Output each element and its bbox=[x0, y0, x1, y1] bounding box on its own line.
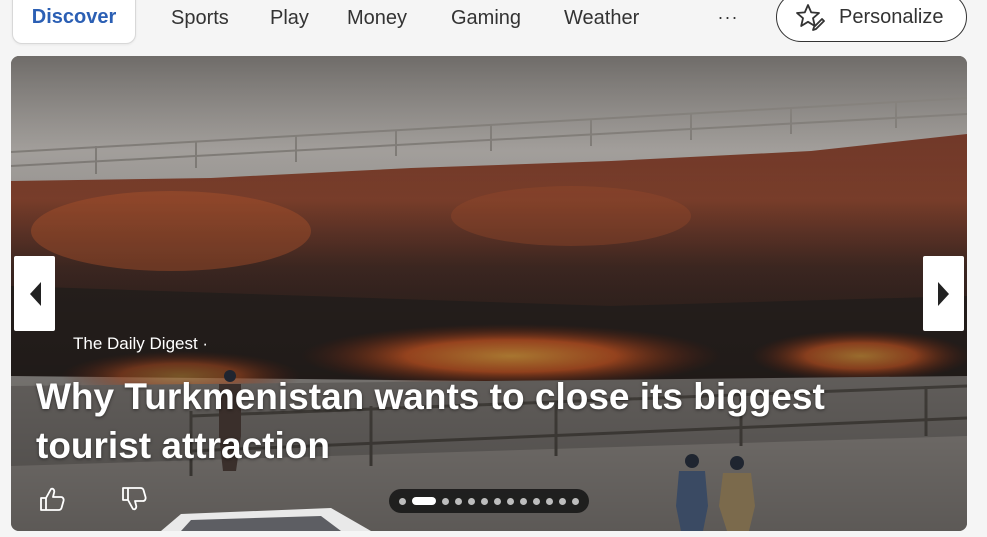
tab-label: Weather bbox=[564, 7, 640, 29]
previous-slide-button[interactable] bbox=[14, 256, 55, 331]
star-pen-icon bbox=[796, 4, 825, 31]
top-navigation: Discover Sports Play Money Gaming Weathe… bbox=[0, 0, 987, 48]
carousel-indicator[interactable] bbox=[389, 489, 589, 513]
carousel-dot[interactable] bbox=[533, 497, 540, 505]
carousel-dot[interactable] bbox=[559, 497, 566, 505]
thumbs-up-icon bbox=[40, 487, 65, 511]
tab-discover[interactable]: Discover bbox=[12, 0, 136, 44]
personalize-label: Personalize bbox=[839, 5, 944, 28]
carousel-dot[interactable] bbox=[455, 497, 462, 505]
like-button[interactable] bbox=[37, 484, 67, 514]
article-headline[interactable]: Why Turkmenistan wants to close its bigg… bbox=[36, 372, 936, 470]
tab-label: Gaming bbox=[451, 7, 522, 29]
personalize-button[interactable]: Personalize bbox=[776, 0, 967, 42]
carousel-dot[interactable] bbox=[507, 497, 514, 505]
carousel-dot[interactable] bbox=[572, 497, 579, 505]
tab-label: Play bbox=[270, 7, 309, 29]
carousel-dot-active[interactable] bbox=[412, 497, 436, 505]
dislike-button[interactable] bbox=[119, 484, 149, 514]
tab-gaming[interactable]: Gaming bbox=[451, 0, 521, 36]
carousel-dot[interactable] bbox=[399, 497, 406, 505]
tab-label: Money bbox=[347, 7, 408, 29]
carousel-dot[interactable] bbox=[520, 497, 527, 505]
tab-play[interactable]: Play bbox=[270, 0, 309, 36]
tab-weather[interactable]: Weather bbox=[564, 0, 639, 36]
next-slide-button[interactable] bbox=[923, 256, 964, 331]
thumbs-down-icon bbox=[122, 487, 147, 511]
chevron-right-icon bbox=[937, 281, 949, 306]
article-source[interactable]: The Daily Digest · bbox=[73, 334, 208, 354]
hero-card[interactable]: The Daily Digest · Why Turkmenistan want… bbox=[11, 56, 967, 531]
carousel-dot[interactable] bbox=[481, 497, 488, 505]
carousel-dot[interactable] bbox=[468, 497, 475, 505]
tab-money[interactable]: Money bbox=[347, 0, 407, 36]
tab-label: Sports bbox=[171, 7, 229, 29]
chevron-left-icon bbox=[29, 281, 41, 306]
more-button[interactable]: ··· bbox=[716, 0, 740, 34]
carousel-dot[interactable] bbox=[546, 497, 553, 505]
tab-label: Discover bbox=[31, 6, 117, 28]
tab-sports[interactable]: Sports bbox=[171, 0, 229, 36]
carousel-dot[interactable] bbox=[494, 497, 501, 505]
carousel-dot[interactable] bbox=[442, 497, 449, 505]
